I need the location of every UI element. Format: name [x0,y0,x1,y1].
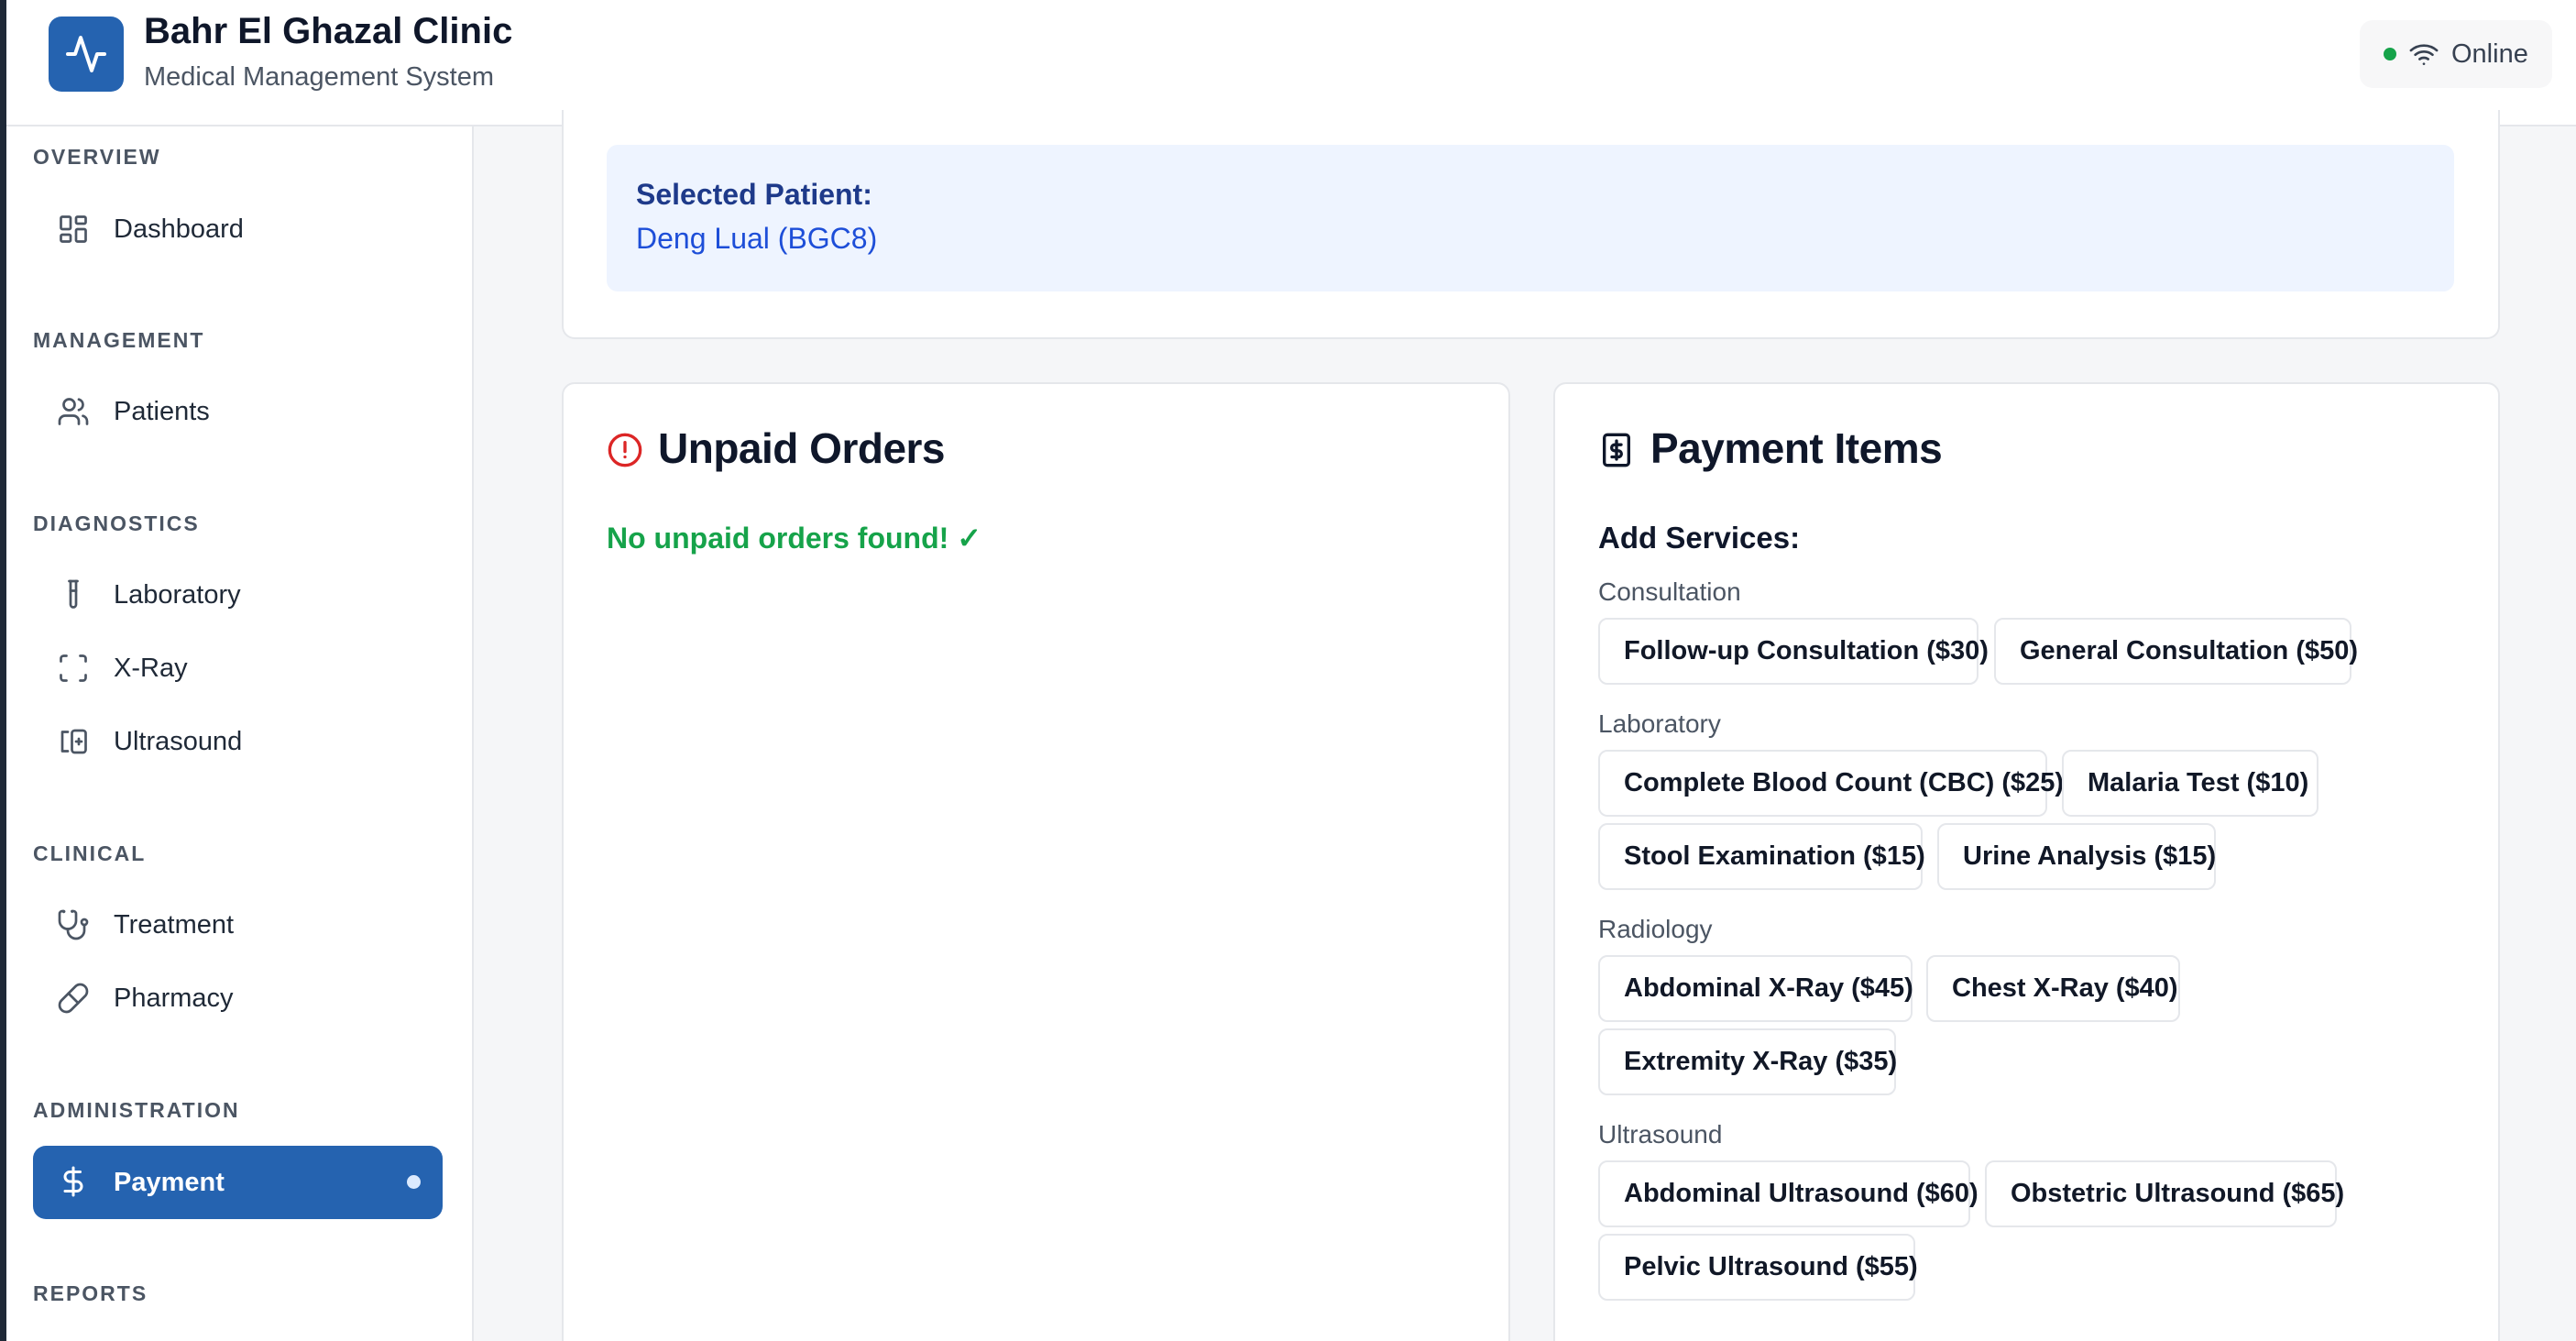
service-abdominal-xray-button[interactable]: Abdominal X-Ray ($45) [1598,955,1913,1022]
no-unpaid-orders-message: No unpaid orders found! ✓ [607,522,981,555]
sidebar-item-pharmacy[interactable]: Pharmacy [33,962,443,1034]
service-general-consultation-button[interactable]: General Consultation ($50) [1994,618,2358,685]
service-malaria-test-button[interactable]: Malaria Test ($10) [2062,750,2318,817]
sidebar-item-label: Pharmacy [114,983,234,1013]
selected-patient-label: Selected Patient: [636,178,872,211]
section-overview: OVERVIEW [33,145,161,169]
sidebar: OVERVIEW Dashboard MANAGEMENT Patients D… [6,126,474,1341]
service-chest-xray-button[interactable]: Chest X-Ray ($40) [1926,955,2180,1022]
service-follow-up-consultation-button[interactable]: Follow-up Consultation ($30) [1598,618,1989,685]
active-indicator-icon [407,1175,421,1189]
dollar-icon [63,1166,83,1197]
app-root: Bahr El Ghazal Clinic Medical Management… [0,0,2576,1341]
window-edge [0,0,6,1341]
service-cbc-button[interactable]: Complete Blood Count (CBC) ($25) [1598,750,2064,817]
service-obstetric-ultrasound-button[interactable]: Obstetric Ultrasound ($65) [1985,1160,2344,1227]
sidebar-item-dashboard[interactable]: Dashboard [33,193,443,265]
top-header: Bahr El Ghazal Clinic Medical Management… [6,0,2576,126]
status-text: Online [2451,38,2528,69]
sidebar-item-label: Treatment [114,909,235,940]
sidebar-item-ultrasound[interactable]: Ultrasound [33,706,443,777]
selected-patient-box[interactable]: Selected Patient: Deng Lual (BGC8) [607,145,2454,291]
dashboard-icon [60,215,87,243]
pill-icon [58,983,89,1014]
sidebar-item-label: Laboratory [114,579,241,610]
section-diagnostics: DIAGNOSTICS [33,511,200,535]
sidebar-item-label: Payment [114,1167,225,1197]
service-pelvic-ultrasound-button[interactable]: Pelvic Ultrasound ($55) [1598,1234,1918,1301]
group-laboratory-label: Laboratory [1598,709,1721,738]
clinic-logo[interactable] [49,16,124,92]
sidebar-item-payment[interactable]: Payment [33,1146,443,1219]
payment-items-title: Payment Items [1650,424,1943,472]
sidebar-item-label: Dashboard [114,214,244,244]
sidebar-item-label: Ultrasound [114,726,243,756]
service-stool-examination-button[interactable]: Stool Examination ($15) [1598,823,1925,890]
service-abdominal-ultrasound-button[interactable]: Abdominal Ultrasound ($60) [1598,1160,1979,1227]
service-urine-analysis-button[interactable]: Urine Analysis ($15) [1937,823,2216,890]
connection-status: Online [2360,20,2552,88]
group-ultrasound-label: Ultrasound [1598,1120,1723,1149]
alert-circle-icon [608,433,642,467]
app-title: Bahr El Ghazal Clinic [144,11,513,51]
ultrasound-icon [60,729,87,754]
group-consultation-label: Consultation [1598,577,1741,606]
section-administration: ADMINISTRATION [33,1098,240,1122]
users-icon [58,398,89,425]
service-extremity-xray-button[interactable]: Extremity X-Ray ($35) [1598,1028,1897,1095]
receipt-icon [1603,433,1630,467]
stethoscope-icon [58,909,89,940]
sidebar-item-treatment[interactable]: Treatment [33,889,443,961]
sidebar-item-label: X-Ray [114,653,188,683]
section-reports: REPORTS [33,1281,148,1305]
sidebar-item-xray[interactable]: X-Ray [33,632,443,704]
add-services-label: Add Services: [1598,521,1801,555]
activity-icon [66,36,106,72]
test-tube-icon [68,579,79,609]
scan-icon [60,654,87,682]
section-management: MANAGEMENT [33,328,205,352]
sidebar-item-patients[interactable]: Patients [33,376,443,447]
selected-patient-name: Deng Lual (BGC8) [636,222,878,255]
group-radiology-label: Radiology [1598,915,1713,943]
sidebar-item-label: Patients [114,396,210,426]
online-dot-icon [2384,48,2396,60]
wifi-icon [2409,44,2439,65]
unpaid-orders-title: Unpaid Orders [658,424,946,472]
sidebar-item-laboratory[interactable]: Laboratory [33,559,443,631]
app-subtitle: Medical Management System [144,62,494,92]
section-clinical: CLINICAL [33,841,147,865]
